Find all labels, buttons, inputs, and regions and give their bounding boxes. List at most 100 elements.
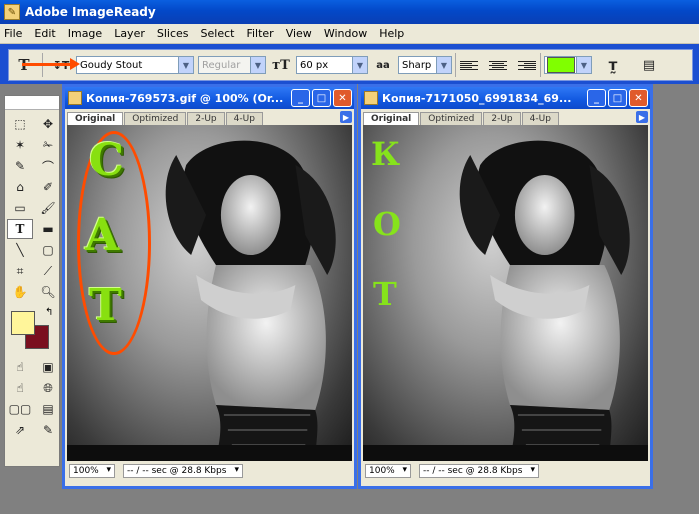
- menu-window[interactable]: Window: [324, 27, 367, 40]
- separator: [540, 53, 541, 77]
- toolbox-header[interactable]: [5, 96, 59, 110]
- tab-original[interactable]: Original: [363, 112, 420, 125]
- clone-stamp-tool-icon[interactable]: ⌂: [7, 177, 33, 197]
- eyedropper-tool-icon[interactable]: ✎: [7, 156, 33, 176]
- zoom-select[interactable]: 100%: [365, 464, 411, 478]
- anti-alias-value: Sharp: [402, 59, 432, 71]
- download-speed-select[interactable]: -- / -- sec @ 28.8 Kbps: [123, 464, 243, 478]
- tab-menu-arrow-icon[interactable]: ▶: [636, 111, 648, 123]
- tab-2up[interactable]: 2-Up: [483, 112, 521, 125]
- crop-tool-icon[interactable]: ⌗: [7, 261, 33, 281]
- preview-browser-icon[interactable]: 🌐︎: [35, 378, 61, 398]
- document-title: Копия-769573.gif @ 100% (Or...: [86, 91, 284, 105]
- chevron-down-icon: ▼: [250, 57, 265, 73]
- download-status: -- / -- sec @ 28.8 Kbps: [423, 466, 523, 476]
- preview-document-icon[interactable]: ▣: [35, 357, 61, 377]
- font-family-select[interactable]: Goudy Stout ▼: [76, 56, 194, 74]
- maximize-button[interactable]: □: [312, 89, 331, 107]
- chevron-down-icon: ▼: [436, 57, 451, 73]
- menu-file[interactable]: File: [4, 27, 22, 40]
- swap-colors-icon[interactable]: ↰: [45, 307, 53, 318]
- tab-4up[interactable]: 4-Up: [225, 112, 263, 125]
- palettes-icon[interactable]: ▤: [638, 54, 660, 76]
- move-tool-icon[interactable]: ✥: [35, 114, 61, 134]
- close-button[interactable]: ✕: [333, 89, 352, 107]
- anti-alias-select[interactable]: Sharp ▼: [398, 56, 452, 74]
- jump-to-photoshop-icon[interactable]: ⇗: [7, 420, 33, 440]
- document-title-bar[interactable]: Копия-7171050_6991834_69... _ □ ✕: [361, 87, 650, 109]
- tab-original[interactable]: Original: [67, 112, 124, 125]
- menu-select[interactable]: Select: [201, 27, 235, 40]
- align-right-icon[interactable]: [512, 57, 536, 73]
- text-color-swatch: [547, 57, 575, 73]
- zoom-value: 100%: [369, 466, 395, 476]
- zoom-select[interactable]: 100%: [69, 464, 115, 478]
- tool-grid: ⬚ ✥ ✶ ✁ ✎ ⌒ ⌂ ✐ ▭ 🖌 T ▬ ╲ ▢ ⌗ ⟋ ✋ 🔍︎: [5, 110, 59, 302]
- options-bar-inner: T ↧T Goudy Stout ▼ Regular ▼ тT 60 px ▼ …: [8, 49, 693, 81]
- view-tabs: Original Optimized 2-Up 4-Up ▶: [65, 109, 354, 125]
- minimize-button[interactable]: _: [587, 89, 606, 107]
- photo-woman: [363, 140, 648, 461]
- rectangle-tool-icon[interactable]: ▬: [35, 219, 61, 239]
- font-family-value: Goudy Stout: [80, 59, 143, 71]
- menu-slices[interactable]: Slices: [157, 27, 189, 40]
- document-canvas[interactable]: К О Т: [363, 125, 648, 461]
- text-color-picker[interactable]: ▼: [544, 56, 592, 74]
- menu-help[interactable]: Help: [379, 27, 404, 40]
- kot-letter-k: К: [371, 135, 401, 173]
- tab-menu-arrow-icon[interactable]: ▶: [340, 111, 352, 123]
- magic-wand-tool-icon[interactable]: ✶: [7, 135, 33, 155]
- align-left-icon[interactable]: [460, 57, 484, 73]
- cat-letter-c: C: [89, 135, 125, 186]
- type-tool-icon[interactable]: T: [7, 219, 33, 239]
- marquee-tool-icon[interactable]: ⬚: [7, 114, 33, 134]
- line-tool-icon[interactable]: ╲: [7, 240, 33, 260]
- menu-image[interactable]: Image: [68, 27, 102, 40]
- brush-tool-icon[interactable]: 🖌: [35, 198, 61, 218]
- menu-layer[interactable]: Layer: [114, 27, 145, 40]
- paint-bucket-tool-icon[interactable]: ⌒: [35, 156, 61, 176]
- close-button[interactable]: ✕: [629, 89, 648, 107]
- rounded-rect-tool-icon[interactable]: ▢: [35, 240, 61, 260]
- tab-4up[interactable]: 4-Up: [521, 112, 559, 125]
- font-size-value: 60 px: [300, 59, 329, 71]
- tab-optimized[interactable]: Optimized: [124, 112, 187, 125]
- download-speed-select[interactable]: -- / -- sec @ 28.8 Kbps: [419, 464, 539, 478]
- cat-letter-a: A: [85, 210, 120, 261]
- zoom-tool-icon[interactable]: 🔍︎: [35, 282, 61, 302]
- minimize-button[interactable]: _: [291, 89, 310, 107]
- foreground-color-swatch[interactable]: [11, 311, 35, 335]
- hand-tool-icon[interactable]: ✋: [7, 282, 33, 302]
- slice-select-tool-icon[interactable]: ✁: [35, 135, 61, 155]
- font-size-select[interactable]: 60 px ▼: [296, 56, 368, 74]
- menu-view[interactable]: View: [286, 27, 312, 40]
- screen-mode-icon[interactable]: ▢▢: [7, 399, 33, 419]
- document-icon: [68, 91, 82, 105]
- history-brush-tool-icon[interactable]: ✐: [35, 177, 61, 197]
- document-window-1: Копия-769573.gif @ 100% (Or... _ □ ✕ Ori…: [62, 84, 357, 489]
- toolbox: ⬚ ✥ ✶ ✁ ✎ ⌒ ⌂ ✐ ▭ 🖌 T ▬ ╲ ▢ ⌗ ⟋ ✋ 🔍︎ ↰ ☝…: [4, 95, 60, 467]
- document-icon: [364, 91, 378, 105]
- maximize-button[interactable]: □: [608, 89, 627, 107]
- align-center-icon[interactable]: [486, 57, 510, 73]
- separator: [455, 53, 456, 77]
- zoom-value: 100%: [73, 466, 99, 476]
- tab-optimized[interactable]: Optimized: [420, 112, 483, 125]
- menu-edit[interactable]: Edit: [34, 27, 55, 40]
- document-title-bar[interactable]: Копия-769573.gif @ 100% (Or... _ □ ✕: [65, 87, 354, 109]
- status-bar: 100% -- / -- sec @ 28.8 Kbps: [65, 461, 354, 481]
- menu-bar: File Edit Image Layer Slices Select Filt…: [0, 24, 699, 44]
- document-canvas[interactable]: C A T: [67, 125, 352, 461]
- eraser-tool-icon[interactable]: ▭: [7, 198, 33, 218]
- orange-arrow-annotation: [22, 58, 80, 70]
- toggle-slices-icon[interactable]: ☝: [7, 357, 33, 377]
- kot-letter-t: Т: [373, 275, 397, 313]
- full-screen-icon[interactable]: ▤: [35, 399, 61, 419]
- edit-icon[interactable]: ✎: [35, 420, 61, 440]
- menu-filter[interactable]: Filter: [246, 27, 273, 40]
- tab-2up[interactable]: 2-Up: [187, 112, 225, 125]
- eyedropper-color-icon[interactable]: ⟋: [35, 261, 61, 281]
- image-map-icon[interactable]: ☝: [7, 378, 33, 398]
- view-tabs: Original Optimized 2-Up 4-Up ▶: [361, 109, 650, 125]
- warp-text-icon[interactable]: ᴛ̰: [602, 54, 624, 76]
